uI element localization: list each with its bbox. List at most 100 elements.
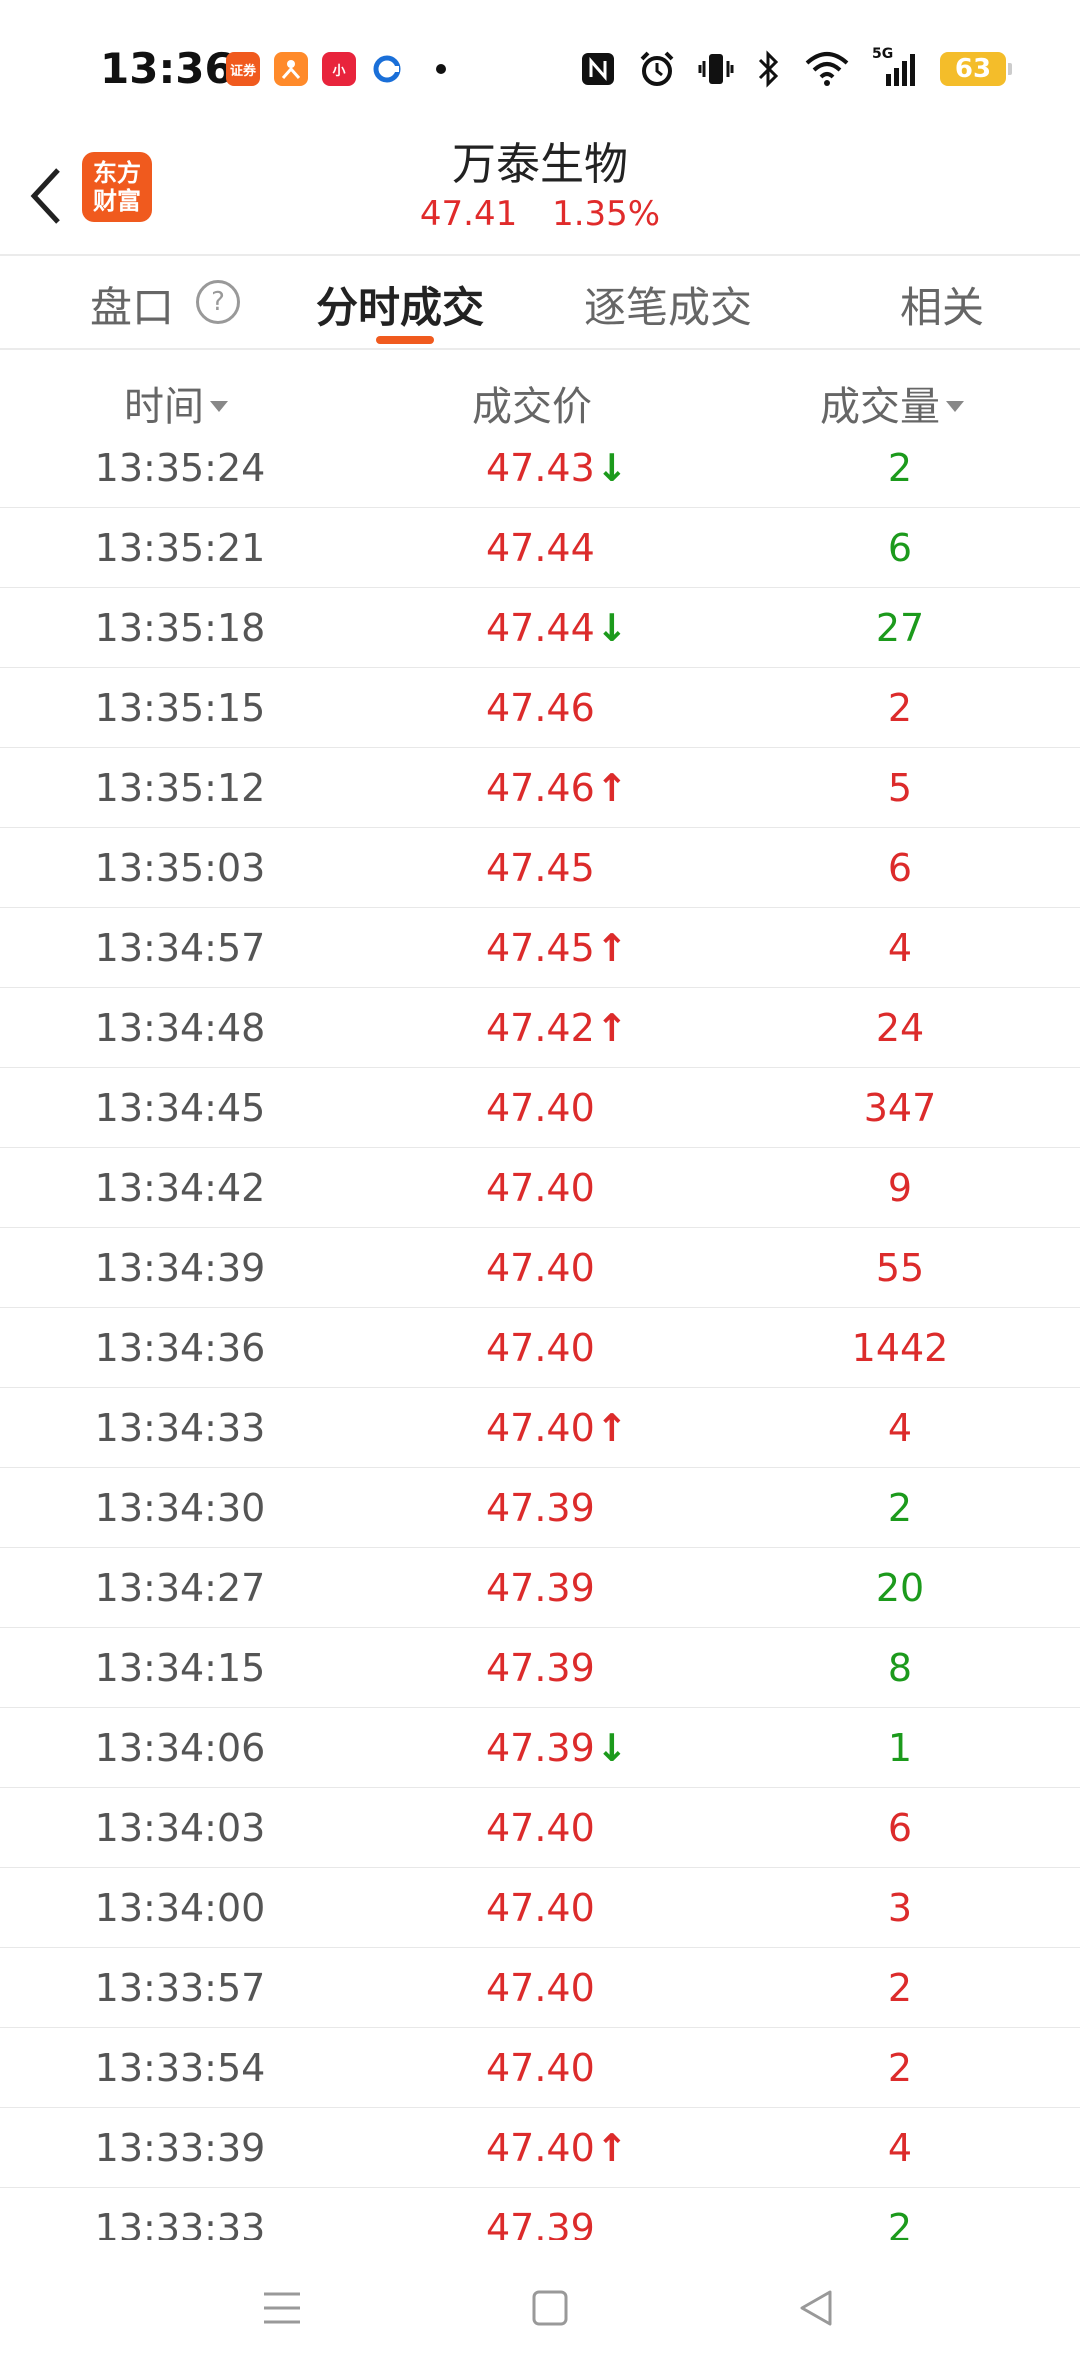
trade-price: 47.39 [486, 2205, 595, 2241]
table-row: 13:35:21 47.44 6 [0, 508, 1080, 588]
trade-time: 13:34:42 [94, 1165, 266, 1210]
tab-fenshi-chengjiao[interactable]: 分时成交 [316, 274, 484, 335]
trade-price: 47.40 [486, 1325, 595, 1370]
vibrate-icon [698, 54, 734, 84]
trade-time: 13:34:00 [94, 1885, 266, 1930]
tab-pankou[interactable]: 盘口 [90, 274, 174, 335]
trade-time: 13:34:36 [94, 1325, 266, 1370]
trade-list[interactable]: 13:35:24 47.43 ↓ 2 13:35:21 47.44 6 13:35:18 47.… [0, 446, 1080, 2240]
trade-time: 13:35:03 [94, 845, 266, 890]
trade-price: 47.45 [486, 925, 595, 970]
trade-volume: 347 [863, 1085, 937, 1130]
table-row: 13:34:36 47.40 1442 [0, 1308, 1080, 1388]
trade-time: 13:34:27 [94, 1565, 266, 1610]
table-row: 13:34:03 47.40 6 [0, 1788, 1080, 1868]
securities-app-icon: 证券 [226, 52, 260, 86]
menu-icon [264, 2292, 300, 2324]
trade-volume: 2 [887, 2045, 913, 2090]
system-icons: 5G 63 [580, 46, 1012, 88]
trade-price: 47.40 [486, 1965, 595, 2010]
table-row: 13:34:48 47.42 ↑ 24 [0, 988, 1080, 1068]
tab-xiangguan[interactable]: 相关 [900, 274, 984, 335]
trade-volume: 4 [887, 1405, 913, 1450]
trade-price: 47.39 [486, 1725, 595, 1770]
notification-icons: 证券 小 [226, 52, 446, 86]
trade-time: 13:35:21 [94, 525, 266, 570]
trade-volume: 8 [887, 1645, 913, 1690]
trade-time: 13:33:57 [94, 1965, 266, 2010]
red-app-icon: 小 [322, 52, 356, 86]
trade-price: 47.40 [486, 2125, 595, 2170]
tab-zhubi-chengjiao[interactable]: 逐笔成交 [584, 274, 752, 335]
column-header-time[interactable]: 时间 [124, 374, 228, 432]
table-row: 13:33:54 47.40 2 [0, 2028, 1080, 2108]
trade-volume: 24 [875, 1005, 925, 1050]
trade-time: 13:34:45 [94, 1085, 266, 1130]
trade-volume: 5 [887, 765, 913, 810]
trade-time: 13:34:33 [94, 1405, 266, 1450]
arrow-up-icon: ↑ [596, 1405, 628, 1450]
system-nav-bar [0, 2240, 1080, 2373]
divider [0, 348, 1080, 350]
table-row: 13:35:24 47.43 ↓ 2 [0, 446, 1080, 508]
trade-price: 47.39 [486, 1565, 595, 1610]
trade-time: 13:34:03 [94, 1805, 266, 1850]
trade-volume: 6 [887, 525, 913, 570]
trade-price: 47.46 [486, 685, 595, 730]
status-clock: 13:36 [100, 44, 234, 93]
wifi-icon [805, 52, 849, 86]
arrow-up-icon: ↑ [596, 765, 628, 810]
trade-volume: 55 [875, 1245, 925, 1290]
nfc-icon [582, 53, 614, 85]
back-nav-button[interactable] [792, 2284, 840, 2332]
trade-price: 47.39 [486, 1485, 595, 1530]
table-row: 13:34:15 47.39 8 [0, 1628, 1080, 1708]
table-row: 13:34:42 47.40 9 [0, 1148, 1080, 1228]
table-row: 13:35:15 47.46 2 [0, 668, 1080, 748]
back-triangle-icon [800, 2290, 832, 2326]
help-icon[interactable]: ? [196, 280, 240, 324]
arrow-down-icon: ↓ [596, 1725, 628, 1770]
trade-price: 47.40 [486, 1885, 595, 1930]
table-header: 时间 成交价 成交量 [0, 352, 1080, 448]
column-header-volume[interactable]: 成交量 [820, 374, 964, 432]
trade-volume: 2 [887, 2205, 913, 2241]
table-row: 13:33:57 47.40 2 [0, 1948, 1080, 2028]
orange-app-icon [274, 52, 308, 86]
arrow-down-icon: ↓ [596, 446, 628, 490]
home-button[interactable] [526, 2284, 574, 2332]
battery-icon: 63 [940, 52, 1012, 86]
table-row: 13:34:33 47.40 ↑ 4 [0, 1388, 1080, 1468]
bluetooth-icon [758, 50, 779, 88]
trade-time: 13:35:15 [94, 685, 266, 730]
stock-name: 万泰生物 [452, 139, 628, 190]
trade-time: 13:33:33 [94, 2205, 266, 2241]
stock-header: 东方财富 万泰生物 47.41 1.35% [0, 139, 1080, 252]
trade-volume: 1442 [851, 1325, 949, 1370]
table-row: 13:34:39 47.40 55 [0, 1228, 1080, 1308]
table-row: 13:34:45 47.40 347 [0, 1068, 1080, 1148]
trade-time: 13:34:06 [94, 1725, 266, 1770]
trade-time: 13:34:48 [94, 1005, 266, 1050]
trade-volume: 2 [887, 1485, 913, 1530]
tab-bar: 盘口 ? 分时成交 逐笔成交 相关 [0, 256, 1080, 350]
trade-price: 47.40 [486, 1165, 595, 1210]
trade-price: 47.45 [486, 845, 595, 890]
sort-caret-icon [210, 400, 228, 412]
trade-price: 47.40 [486, 1245, 595, 1290]
table-row: 13:34:27 47.39 20 [0, 1548, 1080, 1628]
table-row: 13:34:00 47.40 3 [0, 1868, 1080, 1948]
trade-price: 47.40 [486, 1405, 595, 1450]
trade-volume: 2 [887, 685, 913, 730]
trade-time: 13:34:57 [94, 925, 266, 970]
home-square-icon [532, 2290, 568, 2326]
trade-time: 13:35:24 [94, 446, 266, 490]
sort-caret-icon [946, 400, 964, 412]
menu-button[interactable] [258, 2284, 306, 2332]
arrow-up-icon: ↑ [596, 2125, 628, 2170]
trade-time: 13:34:15 [94, 1645, 266, 1690]
trade-price: 47.44 [486, 605, 595, 650]
trade-volume: 3 [887, 1885, 913, 1930]
table-row: 13:34:06 47.39 ↓ 1 [0, 1708, 1080, 1788]
trade-price: 47.42 [486, 1005, 595, 1050]
